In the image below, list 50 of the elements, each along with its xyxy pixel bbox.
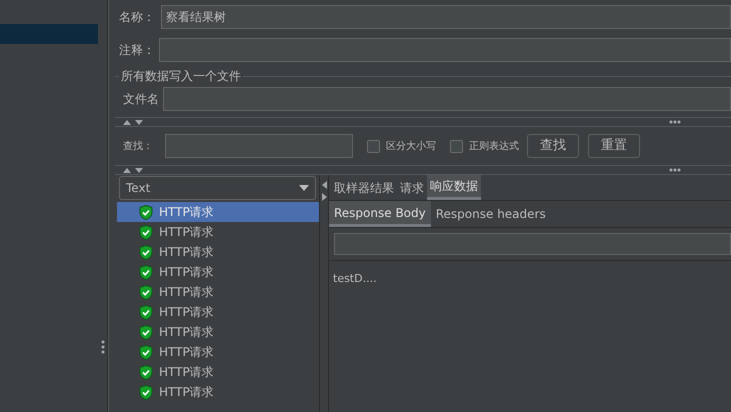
tab[interactable]: Response headers [430, 201, 551, 227]
filename-field[interactable] [163, 87, 731, 111]
grip-dots-icon[interactable] [669, 120, 681, 124]
filename-label: 文件名 [123, 91, 159, 108]
check-shield-icon [139, 304, 153, 320]
result-tree-item[interactable]: HTTP请求 [117, 362, 319, 382]
search-action-button[interactable]: 查找 [527, 134, 579, 158]
check-shield-icon [139, 384, 153, 400]
check-shield-icon [139, 224, 153, 240]
result-tree-item[interactable]: HTTP请求 [117, 382, 319, 402]
response-body-text: testD.... [333, 272, 377, 285]
result-tree-item[interactable]: HTTP请求 [117, 242, 319, 262]
check-shield-icon [139, 284, 153, 300]
check-shield-icon [139, 264, 153, 280]
grip-dots-icon[interactable] [100, 340, 104, 354]
response-search-field[interactable] [334, 233, 731, 255]
tab[interactable]: 取样器结果 [331, 175, 397, 200]
renderer-dropdown[interactable]: Text [119, 176, 316, 200]
group-title: 所有数据写入一个文件 [120, 68, 242, 85]
result-tree-item[interactable]: HTTP请求 [117, 202, 319, 222]
check-shield-icon [139, 244, 153, 260]
result-tree-item[interactable]: HTTP请求 [117, 222, 319, 242]
check-shield-icon [139, 344, 153, 360]
name-label: 名称： [119, 9, 155, 26]
checkbox-label: 区分大小写 [386, 140, 436, 154]
tab[interactable]: 响应数据 [427, 175, 481, 200]
search-field[interactable] [165, 134, 353, 158]
result-tree-item[interactable]: HTTP请求 [117, 262, 319, 282]
left-right-arrows-icon[interactable] [322, 181, 326, 201]
grip-dots-icon[interactable] [669, 168, 681, 172]
comment-field[interactable] [159, 38, 731, 62]
up-down-arrows-icon[interactable] [123, 167, 145, 173]
result-tree-item[interactable]: HTTP请求 [117, 322, 319, 342]
check-shield-icon [139, 204, 153, 220]
name-field[interactable]: 察看结果树 [161, 5, 731, 29]
result-tree-item[interactable]: HTTP请求 [117, 302, 319, 322]
tab[interactable]: 请求 [397, 175, 427, 200]
checkbox[interactable] [367, 140, 380, 152]
result-tree-item[interactable]: HTTP请求 [117, 342, 319, 362]
checkbox[interactable] [450, 140, 463, 152]
search-label: 查找： [123, 140, 154, 154]
tab[interactable]: Response Body [329, 201, 431, 227]
check-shield-icon [139, 364, 153, 380]
result-tree-item[interactable]: HTTP请求 [117, 282, 319, 302]
check-shield-icon [139, 324, 153, 340]
search-action-button[interactable]: 重置 [588, 134, 640, 158]
up-down-arrows-icon[interactable] [123, 119, 145, 125]
comment-label: 注释： [119, 42, 155, 59]
checkbox-label: 正则表达式 [469, 140, 519, 154]
dropdown-caret-icon [299, 185, 309, 191]
